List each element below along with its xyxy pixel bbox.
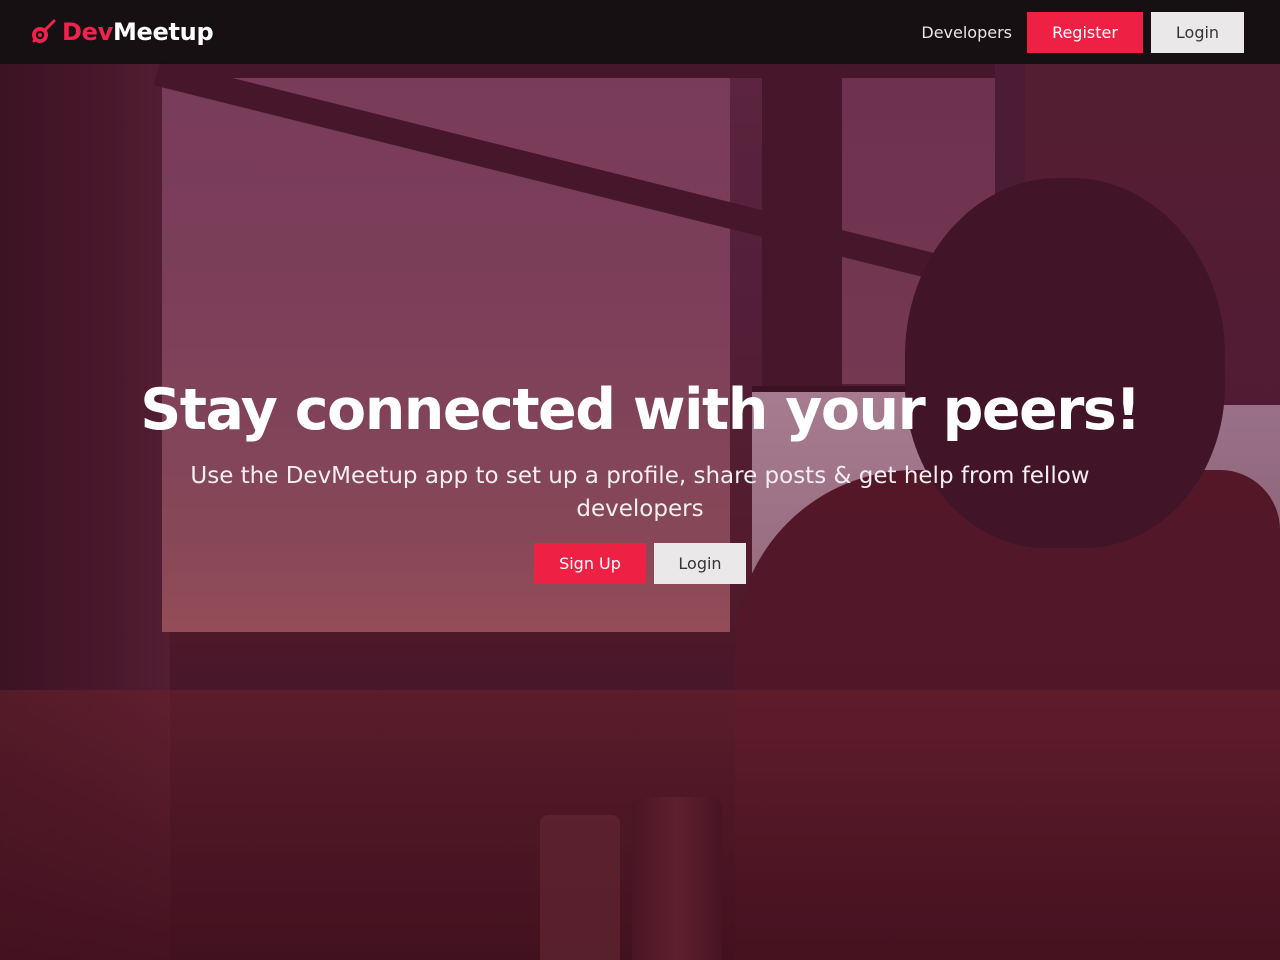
top-navbar: DevMeetup Developers Register Login [0, 0, 1280, 64]
landing-page: DevMeetup Developers Register Login Stay… [0, 0, 1280, 960]
meteor-icon [30, 19, 56, 45]
hero-buttons: Sign Up Login [0, 543, 1280, 584]
developers-link[interactable]: Developers [921, 23, 1012, 42]
hero-login-button[interactable]: Login [654, 543, 746, 584]
brand-name-accent: Dev [62, 18, 113, 46]
hero-section: Stay connected with your peers! Use the … [0, 378, 1280, 584]
brand-name: DevMeetup [62, 18, 214, 46]
sign-up-button[interactable]: Sign Up [534, 543, 646, 584]
hero-lead-text: Use the DevMeetup app to set up a profil… [190, 463, 1090, 522]
register-button[interactable]: Register [1027, 11, 1143, 53]
hero-title: Stay connected with your peers! [140, 377, 1141, 443]
brand-name-rest: Meetup [112, 18, 214, 46]
navbar-login-button[interactable]: Login [1151, 11, 1244, 53]
navbar-actions: Developers Register Login [921, 11, 1244, 53]
brand-logo-link[interactable]: DevMeetup [30, 18, 214, 46]
